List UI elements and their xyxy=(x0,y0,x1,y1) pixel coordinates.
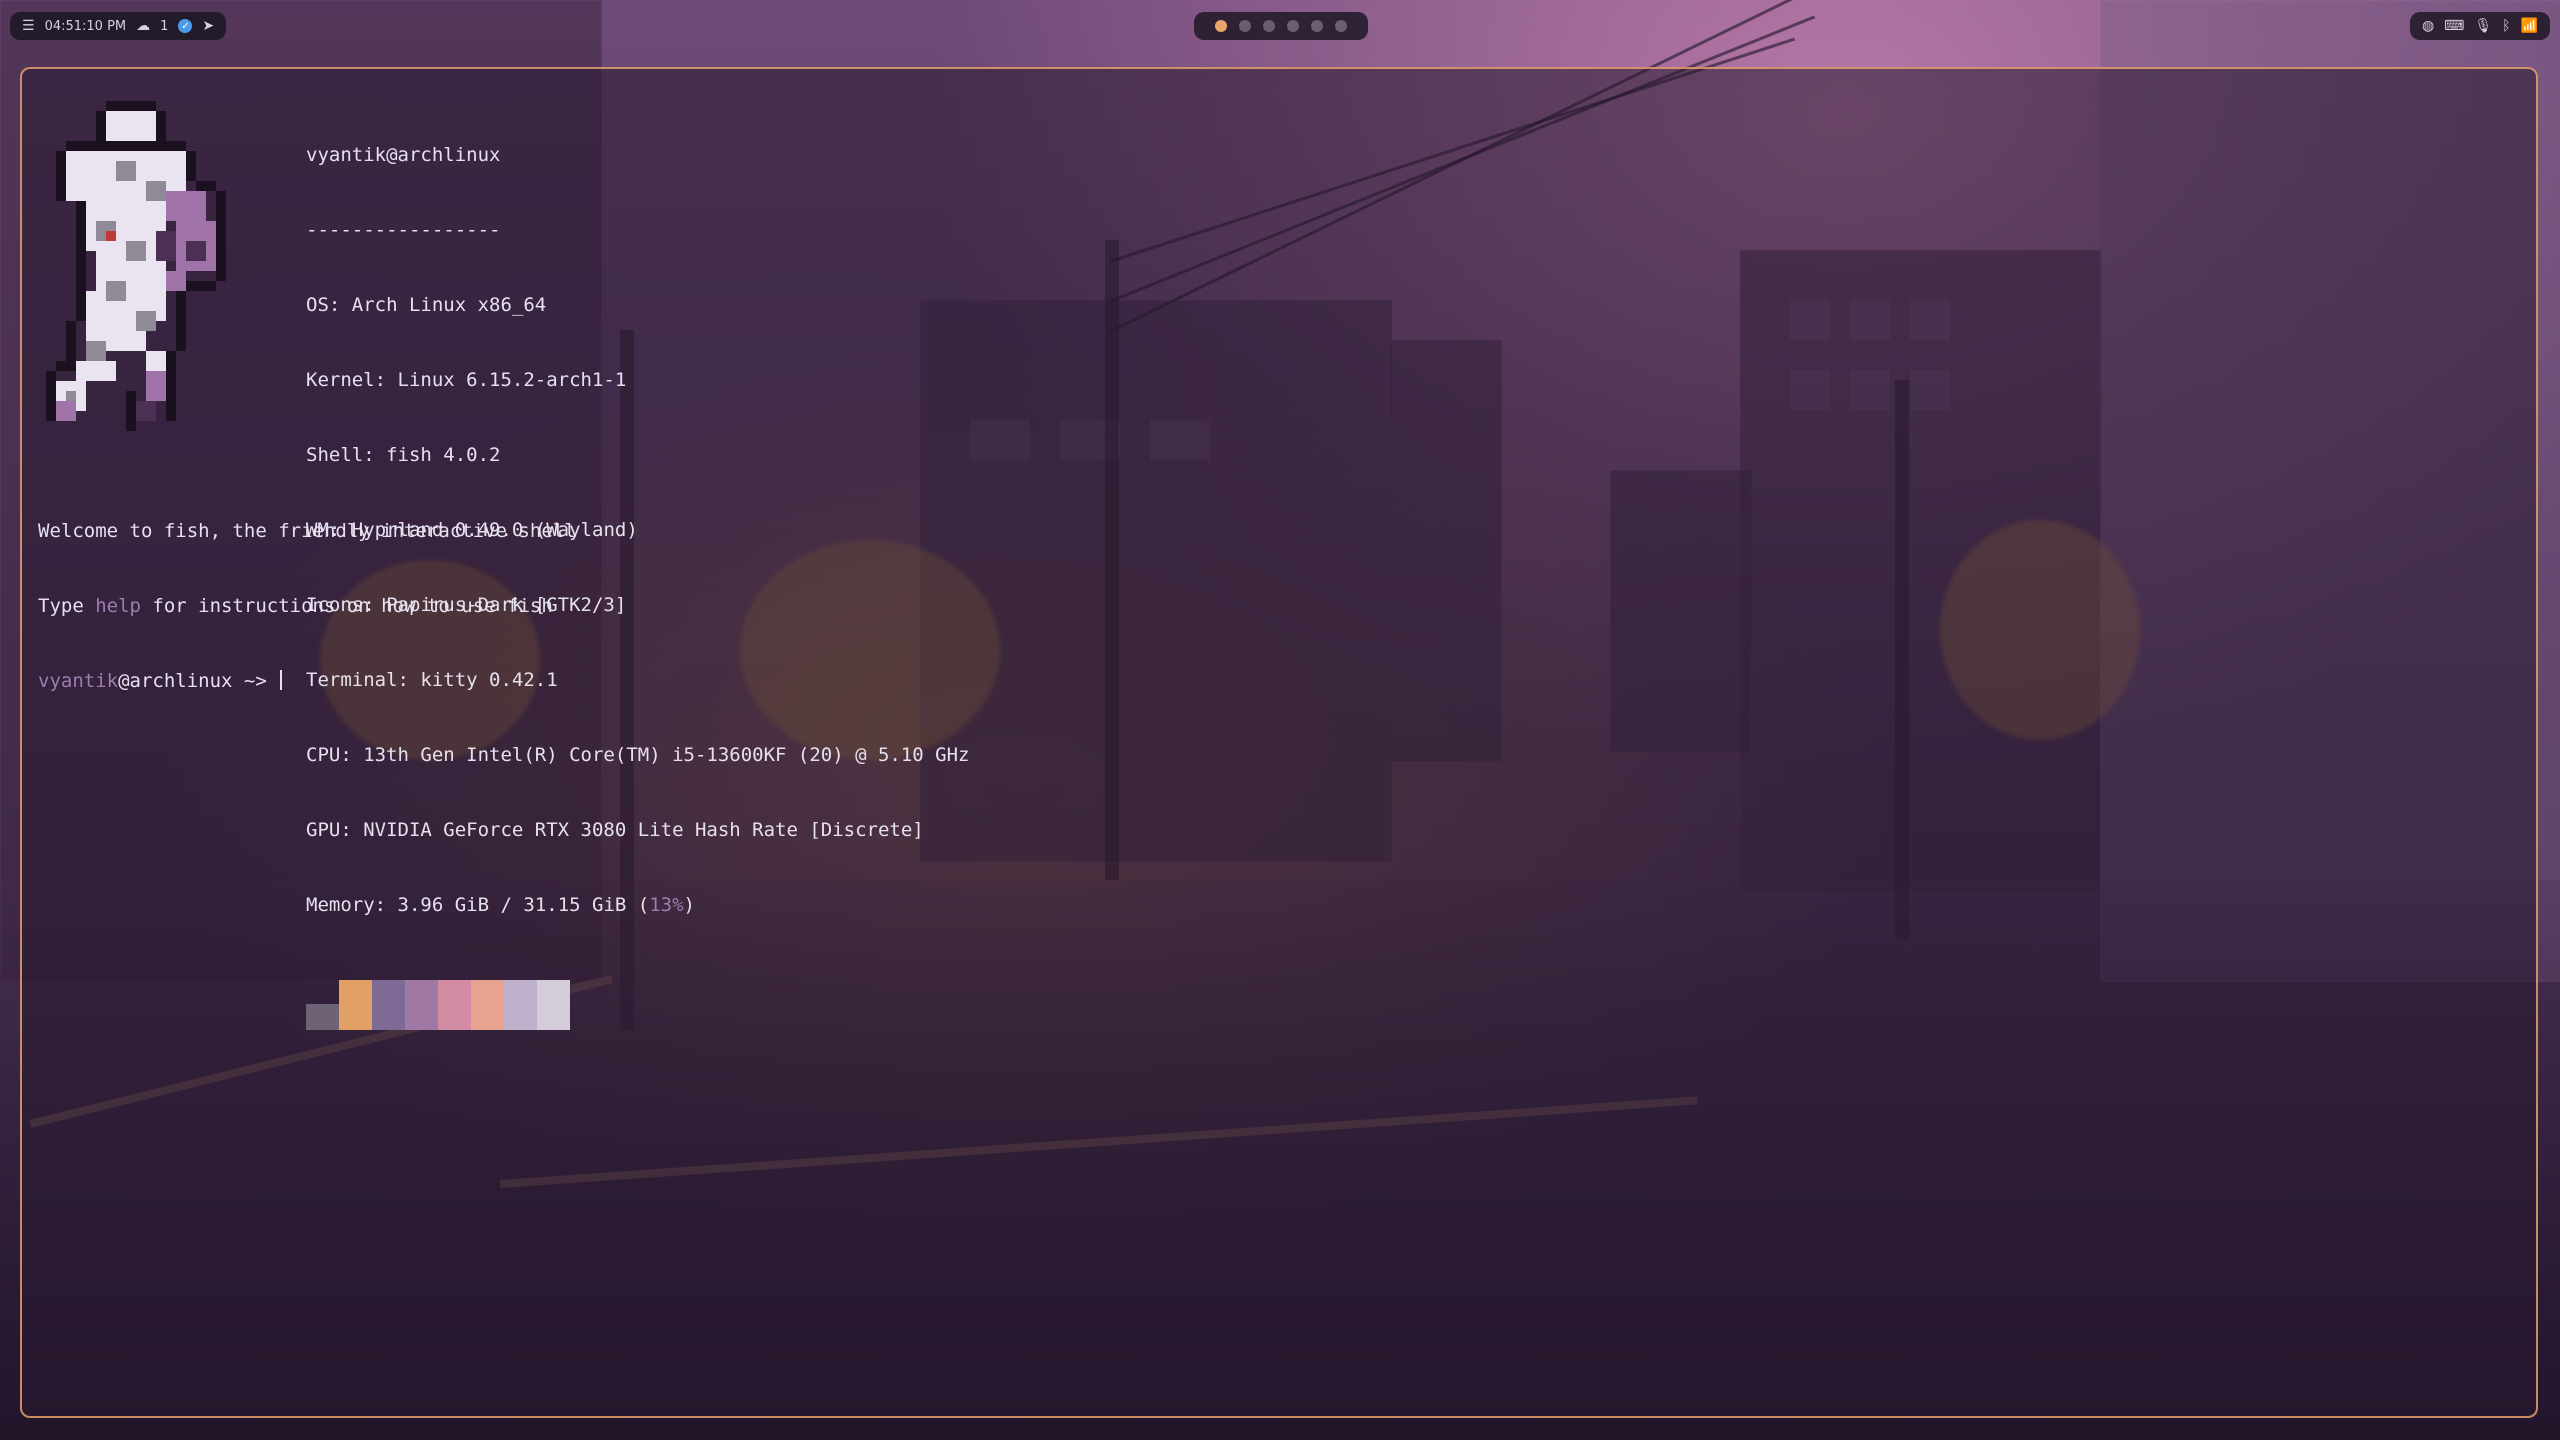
workspace-6[interactable] xyxy=(1335,20,1347,32)
help-line: Type help for instructions on how to use… xyxy=(38,595,553,617)
palette-swatch xyxy=(438,980,471,1030)
pixel-art-logo xyxy=(46,101,226,431)
telegram-icon[interactable]: ➤ xyxy=(202,19,214,33)
help-command: help xyxy=(95,595,141,617)
workspace-5[interactable] xyxy=(1311,20,1323,32)
microphone-icon[interactable]: 🎙 xyxy=(2474,19,2492,33)
welcome-line: Welcome to fish, the friendly interactiv… xyxy=(38,520,576,542)
status-pill-left: ☰ 04:51:10 PM ☁ 1 ✓ ➤ xyxy=(10,12,227,40)
color-palette xyxy=(306,980,969,1030)
info-gpu: GPU: NVIDIA GeForce RTX 3080 Lite Hash R… xyxy=(306,819,924,841)
palette-swatch xyxy=(537,980,570,1030)
shell-output: Welcome to fish, the friendly interactiv… xyxy=(38,469,576,744)
cloud-count: 1 xyxy=(160,18,169,34)
workspace-3[interactable] xyxy=(1263,20,1275,32)
verified-icon[interactable]: ✓ xyxy=(178,19,193,33)
system-tray: ◍ ⌨ 🎙 ᛒ 📶 xyxy=(2409,12,2550,40)
workspace-4[interactable] xyxy=(1287,20,1299,32)
bluetooth-icon[interactable]: ᛒ xyxy=(2502,19,2510,33)
workspace-2[interactable] xyxy=(1239,20,1251,32)
palette-swatch xyxy=(471,980,504,1030)
info-memory: Memory: 3.96 GiB / 31.15 GiB (13%) xyxy=(306,894,695,916)
info-os: OS: Arch Linux x86_64 xyxy=(306,294,547,316)
workspace-1[interactable] xyxy=(1215,20,1227,32)
text-cursor xyxy=(280,670,283,690)
palette-swatch xyxy=(372,980,405,1030)
palette-swatch xyxy=(339,980,372,1030)
globe-icon[interactable]: ◍ xyxy=(2422,19,2434,33)
workspace-switcher xyxy=(1194,12,1368,40)
keyboard-icon[interactable]: ⌨ xyxy=(2444,19,2464,33)
clock: 04:51:10 PM xyxy=(44,18,127,34)
terminal-window[interactable]: vyantik@archlinux ----------------- OS: … xyxy=(20,67,2538,1418)
wifi-icon[interactable]: 📶 xyxy=(2521,19,2538,33)
prompt-user: vyantik xyxy=(38,670,119,692)
info-kernel: Kernel: Linux 6.15.2-arch1-1 xyxy=(306,369,627,391)
prompt-line[interactable]: vyantik@archlinux ~> xyxy=(38,669,576,694)
separator: ----------------- xyxy=(306,219,501,241)
prompt-host: @archlinux xyxy=(118,670,233,692)
memory-percent: 13% xyxy=(649,894,684,916)
menu-sliders-icon[interactable]: ☰ xyxy=(22,19,35,33)
info-cpu: CPU: 13th Gen Intel(R) Core(TM) i5-13600… xyxy=(306,744,970,766)
palette-swatch xyxy=(504,980,537,1030)
cloud-icon[interactable]: ☁ xyxy=(136,19,150,33)
user-host: vyantik@archlinux xyxy=(306,144,501,166)
palette-swatch xyxy=(405,980,438,1030)
palette-swatch xyxy=(306,1004,339,1030)
info-shell: Shell: fish 4.0.2 xyxy=(306,444,501,466)
prompt-arrow: ~> xyxy=(232,670,279,692)
